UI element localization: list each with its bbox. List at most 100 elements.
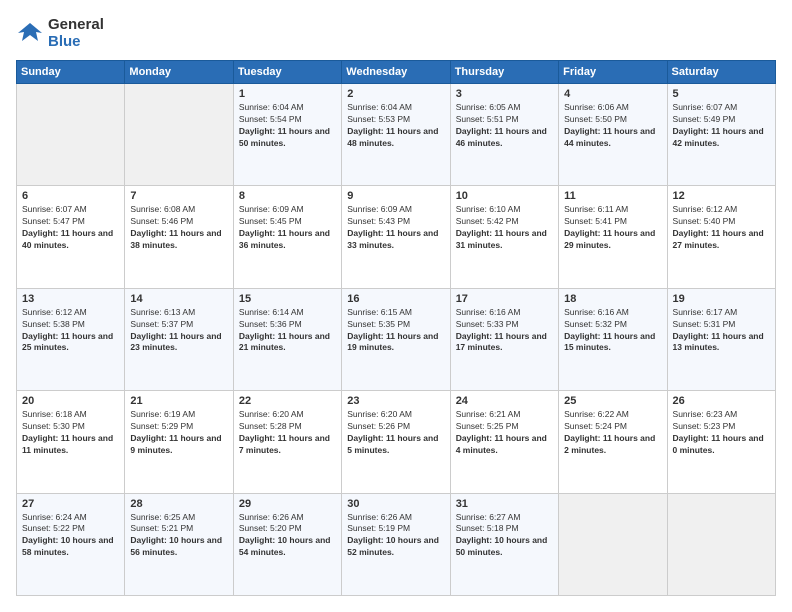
calendar-header-row: SundayMondayTuesdayWednesdayThursdayFrid… [17,61,776,84]
calendar-cell: 1 Sunrise: 6:04 AMSunset: 5:54 PMDaylight… [233,84,341,186]
calendar-cell [125,84,233,186]
day-number: 28 [130,498,227,510]
day-number: 20 [22,395,119,407]
calendar-week-row: 13Sunrise: 6:12 AMSunset: 5:38 PMDayligh… [17,288,776,390]
calendar-cell: 2Sunrise: 6:04 AMSunset: 5:53 PMDaylight… [342,84,450,186]
calendar-cell: 6 Sunrise: 6:07 AMSunset: 5:47 PMDaylight… [17,186,125,288]
col-header-saturday: Saturday [667,61,775,84]
calendar-cell: 10 Sunrise: 6:10 AMSunset: 5:42 PMDayligh… [450,186,558,288]
calendar-cell: 3Sunrise: 6:05 AMSunset: 5:51 PMDaylight… [450,84,558,186]
day-number: 16 [347,293,444,305]
calendar-cell: 23 Sunrise: 6:20 AMSunset: 5:26 PMDayligh… [342,391,450,493]
day-number: 4 [564,88,661,100]
logo: General Blue [16,16,104,50]
cell-content: Sunrise: 6:14 AMSunset: 5:36 PMDaylight:… [239,307,336,355]
cell-content: Sunrise: 6:11 AMSunset: 5:41 PMDaylight:… [564,204,661,252]
calendar-cell: 26 Sunrise: 6:23 AMSunset: 5:23 PMDayligh… [667,391,775,493]
calendar-cell: 12 Sunrise: 6:12 AMSunset: 5:40 PMDayligh… [667,186,775,288]
day-number: 12 [673,190,770,202]
calendar-cell: 28 Sunrise: 6:25 AMSunset: 5:21 PMDayligh… [125,493,233,595]
cell-content: Sunrise: 6:20 AMSunset: 5:28 PMDaylight:… [239,409,336,457]
cell-content: Sunrise: 6:23 AMSunset: 5:23 PMDaylight:… [673,409,770,457]
calendar-cell: 31 Sunrise: 6:27 AMSunset: 5:18 PMDayligh… [450,493,558,595]
col-header-thursday: Thursday [450,61,558,84]
col-header-wednesday: Wednesday [342,61,450,84]
day-number: 27 [22,498,119,510]
day-number: 30 [347,498,444,510]
day-number: 22 [239,395,336,407]
day-number: 1 [239,88,336,100]
day-number: 24 [456,395,553,407]
cell-content: Sunrise: 6:19 AMSunset: 5:29 PMDaylight:… [130,409,227,457]
cell-content: Sunrise: 6:06 AMSunset: 5:50 PMDaylight:… [564,102,661,150]
cell-content: Sunrise: 6:18 AMSunset: 5:30 PMDaylight:… [22,409,119,457]
cell-content: Sunrise: 6:09 AMSunset: 5:45 PMDaylight:… [239,204,336,252]
day-number: 29 [239,498,336,510]
day-number: 6 [22,190,119,202]
cell-content: Sunrise: 6:15 AMSunset: 5:35 PMDaylight:… [347,307,444,355]
calendar-table: SundayMondayTuesdayWednesdayThursdayFrid… [16,60,776,596]
day-number: 21 [130,395,227,407]
cell-content: Sunrise: 6:10 AMSunset: 5:42 PMDaylight:… [456,204,553,252]
day-number: 23 [347,395,444,407]
page: General Blue SundayMondayTuesdayWednesda… [0,0,792,612]
calendar-cell: 5 Sunrise: 6:07 AMSunset: 5:49 PMDaylight… [667,84,775,186]
cell-content: Sunrise: 6:07 AMSunset: 5:47 PMDaylight:… [22,204,119,252]
calendar-cell: 25 Sunrise: 6:22 AMSunset: 5:24 PMDayligh… [559,391,667,493]
calendar-cell: 15 Sunrise: 6:14 AMSunset: 5:36 PMDayligh… [233,288,341,390]
col-header-tuesday: Tuesday [233,61,341,84]
day-number: 26 [673,395,770,407]
header: General Blue [16,16,776,50]
cell-content: Sunrise: 6:16 AMSunset: 5:33 PMDaylight:… [456,307,553,355]
day-number: 11 [564,190,661,202]
col-header-monday: Monday [125,61,233,84]
calendar-cell: 19 Sunrise: 6:17 AMSunset: 5:31 PMDayligh… [667,288,775,390]
calendar-cell: 18Sunrise: 6:16 AMSunset: 5:32 PMDayligh… [559,288,667,390]
day-number: 14 [130,293,227,305]
calendar-cell [667,493,775,595]
calendar-cell: 16 Sunrise: 6:15 AMSunset: 5:35 PMDayligh… [342,288,450,390]
day-number: 5 [673,88,770,100]
calendar-cell: 7 Sunrise: 6:08 AMSunset: 5:46 PMDaylight… [125,186,233,288]
cell-content: Sunrise: 6:12 AMSunset: 5:40 PMDaylight:… [673,204,770,252]
calendar-cell: 17 Sunrise: 6:16 AMSunset: 5:33 PMDayligh… [450,288,558,390]
calendar-cell: 4 Sunrise: 6:06 AMSunset: 5:50 PMDaylight… [559,84,667,186]
cell-content: Sunrise: 6:27 AMSunset: 5:18 PMDaylight:… [456,512,553,560]
calendar-cell: 22 Sunrise: 6:20 AMSunset: 5:28 PMDayligh… [233,391,341,493]
day-number: 31 [456,498,553,510]
day-number: 25 [564,395,661,407]
calendar-cell: 24 Sunrise: 6:21 AMSunset: 5:25 PMDayligh… [450,391,558,493]
cell-content: Sunrise: 6:26 AMSunset: 5:19 PMDaylight:… [347,512,444,560]
calendar-cell: 21 Sunrise: 6:19 AMSunset: 5:29 PMDayligh… [125,391,233,493]
day-number: 17 [456,293,553,305]
calendar-cell: 29Sunrise: 6:26 AMSunset: 5:20 PMDayligh… [233,493,341,595]
calendar-week-row: 27 Sunrise: 6:24 AMSunset: 5:22 PMDayligh… [17,493,776,595]
col-header-friday: Friday [559,61,667,84]
calendar-cell [559,493,667,595]
cell-content: Sunrise: 6:21 AMSunset: 5:25 PMDaylight:… [456,409,553,457]
logo-icon [16,19,44,47]
calendar-cell: 8Sunrise: 6:09 AMSunset: 5:45 PMDaylight… [233,186,341,288]
cell-content: Sunrise: 6:25 AMSunset: 5:21 PMDaylight:… [130,512,227,560]
calendar-cell: 11 Sunrise: 6:11 AMSunset: 5:41 PMDayligh… [559,186,667,288]
cell-content: Sunrise: 6:04 AMSunset: 5:54 PMDaylight:… [239,102,336,150]
cell-content: Sunrise: 6:05 AMSunset: 5:51 PMDaylight:… [456,102,553,150]
day-number: 13 [22,293,119,305]
day-number: 19 [673,293,770,305]
cell-content: Sunrise: 6:22 AMSunset: 5:24 PMDaylight:… [564,409,661,457]
calendar-cell: 27 Sunrise: 6:24 AMSunset: 5:22 PMDayligh… [17,493,125,595]
day-number: 15 [239,293,336,305]
day-number: 7 [130,190,227,202]
cell-content: Sunrise: 6:20 AMSunset: 5:26 PMDaylight:… [347,409,444,457]
day-number: 10 [456,190,553,202]
cell-content: Sunrise: 6:07 AMSunset: 5:49 PMDaylight:… [673,102,770,150]
calendar-cell: 13Sunrise: 6:12 AMSunset: 5:38 PMDayligh… [17,288,125,390]
cell-content: Sunrise: 6:04 AMSunset: 5:53 PMDaylight:… [347,102,444,150]
cell-content: Sunrise: 6:24 AMSunset: 5:22 PMDaylight:… [22,512,119,560]
logo-text: General Blue [48,16,104,50]
calendar-cell: 20 Sunrise: 6:18 AMSunset: 5:30 PMDayligh… [17,391,125,493]
calendar-cell: 30 Sunrise: 6:26 AMSunset: 5:19 PMDayligh… [342,493,450,595]
day-number: 9 [347,190,444,202]
cell-content: Sunrise: 6:17 AMSunset: 5:31 PMDaylight:… [673,307,770,355]
cell-content: Sunrise: 6:08 AMSunset: 5:46 PMDaylight:… [130,204,227,252]
